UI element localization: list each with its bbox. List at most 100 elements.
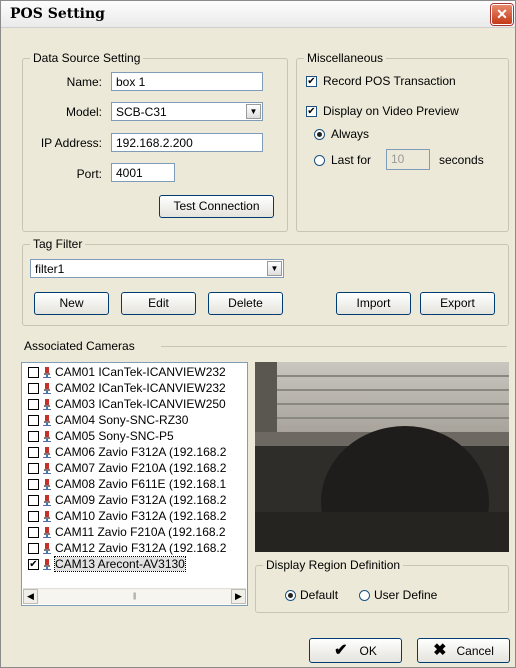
display-preview-label[interactable]: Display on Video Preview (323, 104, 459, 118)
record-pos-checkbox[interactable]: ✔ (306, 76, 317, 87)
camera-checkbox[interactable] (28, 495, 39, 506)
camera-list-item[interactable]: CAM10 Zavio F312A (192.168.2 (24, 509, 247, 524)
camera-checkbox[interactable] (28, 431, 39, 442)
camera-checkbox[interactable] (28, 527, 39, 538)
camera-list-item[interactable]: CAM12 Zavio F312A (192.168.2 (24, 541, 247, 556)
last-for-radio[interactable] (314, 155, 325, 166)
camera-label: CAM06 Zavio F312A (192.168.2 (55, 445, 227, 459)
camera-label: CAM03 ICanTek-ICANVIEW250 (55, 397, 226, 411)
window-title: POS Setting (10, 6, 105, 22)
camera-label: CAM01 ICanTek-ICANVIEW232 (55, 365, 226, 379)
associated-cameras-divider (161, 346, 507, 347)
last-for-label[interactable]: Last for (331, 153, 371, 167)
always-radio[interactable] (314, 129, 325, 140)
camera-list-item[interactable]: CAM08 Zavio F611E (192.168.1 (24, 477, 247, 492)
camera-label: CAM09 Zavio F312A (192.168.2 (55, 493, 227, 507)
scroll-left-icon[interactable]: ◀ (23, 589, 38, 604)
camera-checkbox[interactable] (28, 399, 39, 410)
camera-icon (42, 542, 54, 554)
horizontal-scrollbar[interactable]: ◀ ||| ▶ (23, 588, 246, 604)
record-pos-label[interactable]: Record POS Transaction (323, 74, 456, 88)
ok-button[interactable]: ✔ OK (309, 638, 402, 663)
tag-filter-value: filter1 (35, 262, 65, 276)
import-button[interactable]: Import (336, 292, 411, 315)
camera-label: CAM05 Sony-SNC-P5 (55, 429, 174, 443)
delete-button[interactable]: Delete (208, 292, 283, 315)
camera-list-item[interactable]: ✔ CAM13 Arecont-AV3130 (24, 556, 247, 572)
camera-checkbox[interactable] (28, 415, 39, 426)
close-button[interactable]: ✕ (491, 4, 513, 25)
camera-checkbox[interactable] (28, 543, 39, 554)
model-value: SCB-C31 (116, 105, 167, 119)
camera-checkbox[interactable] (28, 463, 39, 474)
camera-icon (42, 366, 54, 378)
camera-icon (42, 430, 54, 442)
camera-icon (42, 510, 54, 522)
camera-icon (42, 398, 54, 410)
last-for-seconds-input: 10 (386, 149, 430, 170)
camera-list-item[interactable]: CAM02 ICanTek-ICANVIEW232 (24, 381, 247, 396)
default-label[interactable]: Default (300, 588, 338, 602)
camera-list-item[interactable]: CAM11 Zavio F210A (192.168.2 (24, 525, 247, 540)
tag-filter-legend: Tag Filter (30, 237, 86, 251)
title-bar[interactable]: POS Setting ✕ (1, 1, 515, 28)
name-label: Name: (66, 75, 102, 89)
camera-list-item[interactable]: CAM01 ICanTek-ICANVIEW232 (24, 365, 247, 380)
pos-setting-window: POS Setting ✕ Data Source Setting Name: … (0, 0, 516, 668)
camera-icon (42, 526, 54, 538)
close-icon: ✕ (496, 6, 508, 22)
video-preview (255, 362, 509, 552)
camera-checkbox[interactable] (28, 511, 39, 522)
camera-label: CAM07 Zavio F210A (192.168.2 (55, 461, 227, 475)
camera-icon (42, 382, 54, 394)
tag-filter-select[interactable]: filter1 ▼ (30, 259, 284, 278)
check-icon: ✔ (334, 642, 348, 659)
port-input[interactable]: 4001 (111, 163, 175, 182)
cancel-button[interactable]: ✖ Cancel (417, 638, 510, 663)
camera-label: CAM04 Sony-SNC-RZ30 (55, 413, 189, 427)
display-preview-checkbox[interactable]: ✔ (306, 106, 317, 117)
camera-checkbox[interactable] (28, 479, 39, 490)
scroll-right-icon[interactable]: ▶ (231, 589, 246, 604)
camera-label: CAM02 ICanTek-ICANVIEW232 (55, 381, 226, 395)
model-label: Model: (65, 105, 102, 119)
camera-list-item[interactable]: CAM06 Zavio F312A (192.168.2 (24, 445, 247, 460)
test-connection-button[interactable]: Test Connection (159, 195, 274, 218)
camera-checkbox[interactable] (28, 447, 39, 458)
name-input[interactable]: box 1 (111, 72, 263, 91)
camera-label: CAM08 Zavio F611E (192.168.1 (55, 477, 227, 491)
ip-address-label: IP Address: (40, 136, 102, 150)
camera-icon (42, 414, 54, 426)
export-button[interactable]: Export (420, 292, 495, 315)
camera-list-item[interactable]: CAM03 ICanTek-ICANVIEW250 (24, 397, 247, 412)
region-legend: Display Region Definition (263, 558, 404, 572)
camera-list-item[interactable]: CAM09 Zavio F312A (192.168.2 (24, 493, 247, 508)
camera-label: CAM13 Arecont-AV3130 (54, 556, 186, 572)
camera-label: CAM11 Zavio F210A (192.168.2 (55, 525, 226, 539)
cancel-label: Cancel (456, 644, 494, 658)
default-radio[interactable] (285, 590, 296, 601)
camera-list[interactable]: CAM01 ICanTek-ICANVIEW232 CAM02 ICanTek-I… (21, 362, 248, 606)
data-source-legend: Data Source Setting (30, 51, 144, 65)
always-label[interactable]: Always (331, 127, 369, 141)
camera-list-item[interactable]: CAM05 Sony-SNC-P5 (24, 429, 247, 444)
camera-list-item[interactable]: CAM07 Zavio F210A (192.168.2 (24, 461, 247, 476)
chevron-down-icon[interactable]: ▼ (246, 104, 261, 119)
user-define-radio[interactable] (359, 590, 370, 601)
camera-icon (42, 446, 54, 458)
camera-checkbox[interactable] (28, 367, 39, 378)
chevron-down-icon[interactable]: ▼ (267, 261, 282, 276)
camera-list-item[interactable]: CAM04 Sony-SNC-RZ30 (24, 413, 247, 428)
seconds-label: seconds (439, 153, 484, 167)
edit-button[interactable]: Edit (121, 292, 196, 315)
scroll-thumb[interactable]: ||| (39, 590, 231, 603)
model-select[interactable]: SCB-C31 ▼ (111, 102, 263, 121)
camera-checkbox[interactable]: ✔ (28, 559, 39, 570)
user-define-label[interactable]: User Define (374, 588, 437, 602)
ip-address-input[interactable]: 192.168.2.200 (111, 133, 263, 152)
camera-checkbox[interactable] (28, 383, 39, 394)
camera-icon (42, 478, 54, 490)
new-button[interactable]: New (34, 292, 109, 315)
camera-label: CAM12 Zavio F312A (192.168.2 (55, 541, 227, 555)
camera-icon (42, 462, 54, 474)
